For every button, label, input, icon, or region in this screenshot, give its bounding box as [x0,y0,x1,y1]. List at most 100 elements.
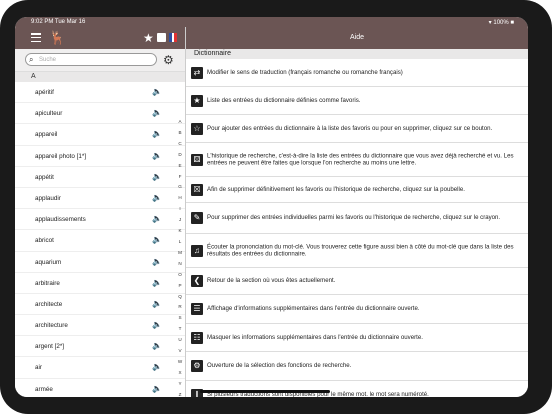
favorites-icon[interactable]: ★ [143,31,154,45]
speaker-icon[interactable]: 🔈 [152,193,162,202]
star-filled-icon: ★ [191,94,203,107]
list-item[interactable]: abricot 🔈 [15,230,185,252]
list-item[interactable]: apéritif 🔈 [15,82,185,104]
screen: 9:02 PM Tue Mar 16 ▾ 100% ■ 🦌 ★ ⌕ Suche … [15,17,528,397]
index-letter[interactable]: O [175,270,185,281]
sidebar: 🦌 ★ ⌕ Suche ⚙ A apéritif 🔈 apiculteur 🔈 appa… [15,27,186,397]
index-letter[interactable]: Y [175,379,185,390]
help-text: Afin de supprimer définitivement les fav… [207,185,465,193]
speaker-icon[interactable]: 🔈 [152,214,162,223]
list-item[interactable]: appareil 🔈 [15,124,185,146]
home-indicator[interactable] [200,390,330,393]
index-letter[interactable]: B [175,128,185,139]
list-item[interactable]: arbitraire 🔈 [15,273,185,294]
speaker-icon[interactable]: 🔈 [152,362,162,371]
list-item[interactable]: applaudir 🔈 [15,188,185,210]
list-item[interactable]: appétit 🔈 [15,167,185,188]
language-flag-icon[interactable] [169,33,178,42]
index-letter[interactable]: M [175,248,185,259]
help-row: ✎ Pour supprimer des entrées individuelle… [186,203,528,234]
search-input[interactable]: ⌕ Suche [25,53,157,66]
speaker-icon[interactable]: 🔈 [152,299,162,308]
index-letter[interactable]: J [175,215,185,226]
star-outline-icon: ☆ [191,122,203,135]
page-title: Aide [186,27,528,49]
list-item[interactable]: architecture 🔈 [15,315,185,337]
history-icon[interactable] [157,33,166,42]
search-row: ⌕ Suche ⚙ [15,49,185,72]
index-letter[interactable]: H [175,193,185,204]
index-letter[interactable]: F [175,172,185,183]
list-item[interactable]: applaudissements 🔈 [15,209,185,231]
help-text: Masquer les informations supplémentaires… [207,333,423,341]
speaker-icon[interactable]: 🔈 [152,151,162,160]
index-letter[interactable]: A [175,117,185,128]
speaker-icon[interactable]: 🔈 [152,278,162,287]
index-letter[interactable]: X [175,368,185,379]
speaker-icon[interactable]: 🔈 [152,235,162,244]
entry-list: apéritif 🔈 apiculteur 🔈 appareil 🔈 appareil ph… [15,82,185,397]
entry-word: apéritif [35,89,54,96]
entry-word: appareil [35,131,58,139]
index-letter[interactable]: U [175,335,185,346]
entry-word: air [35,364,42,372]
list-item[interactable]: apiculteur 🔈 [15,103,185,125]
index-letter[interactable]: C [175,139,185,150]
index-letter[interactable]: Q [175,292,185,303]
help-row: ❮ Retour de la section où vous êtes actue… [186,268,528,295]
help-text: Pour ajouter des entrées du dictionnaire… [207,124,493,132]
speaker-icon: ♫ [191,244,203,257]
back-icon: ❮ [191,275,203,287]
entry-word: abricot [35,237,54,245]
index-letter[interactable]: K [175,226,185,237]
index-letter[interactable]: R [175,302,185,313]
search-placeholder: Suche [39,57,57,63]
index-letter[interactable]: I [175,204,185,215]
index-letter[interactable]: T [175,324,185,335]
help-row: ❙ Si plusieurs traductions sont disponibl… [186,381,528,397]
index-letter[interactable]: Z [175,390,185,397]
speaker-icon[interactable]: 🔈 [152,87,162,96]
index-letter[interactable]: E [175,161,185,172]
speaker-icon[interactable]: 🔈 [152,341,162,350]
index-letter[interactable]: P [175,281,185,292]
entry-word: architecture [35,322,68,330]
help-row: ⚙ Ouverture de la sélection des fonctions… [186,352,528,381]
index-letter[interactable]: L [175,237,185,248]
help-row: ⚄ L'historique de recherche, c'est-à-dire… [186,143,528,177]
entry-word: arbitraire [35,279,60,287]
list-item[interactable]: architecte 🔈 [15,294,185,316]
pencil-icon: ✎ [191,212,203,224]
settings-gear-icon[interactable]: ⚙ [163,53,174,67]
speaker-icon[interactable]: 🔈 [152,172,162,181]
index-letter[interactable]: D [175,150,185,161]
entry-word: aquarium [35,258,62,266]
index-letter[interactable]: V [175,346,185,357]
speaker-icon[interactable]: 🔈 [152,129,162,138]
speaker-icon[interactable]: 🔈 [152,108,162,117]
menu-icon[interactable] [31,33,41,43]
alphabet-index[interactable]: ABCDEFGHIJKLMNOPQRSTUVWXYZ [175,117,185,397]
list-item[interactable]: argent [2*] 🔈 [15,336,185,358]
help-text: Pour supprimer des entrées individuelles… [207,214,501,222]
index-letter[interactable]: N [175,259,185,270]
speaker-icon[interactable]: 🔈 [152,257,162,266]
list-item[interactable]: air 🔈 [15,357,185,379]
speaker-icon[interactable]: 🔈 [152,384,162,393]
status-time: 9:02 PM Tue Mar 16 [31,19,86,25]
index-letter[interactable]: W [175,357,185,368]
speaker-icon[interactable]: 🔈 [152,320,162,329]
index-letter[interactable]: S [175,313,185,324]
help-text: Retour de la section où vous êtes actuel… [207,277,336,285]
entry-word: applaudissements [35,216,86,224]
list-item[interactable]: aquarium 🔈 [15,252,185,273]
list-item[interactable]: appareil photo [1*] 🔈 [15,146,185,167]
section-header: A [15,72,185,82]
help-row: ☆ Pour ajouter des entrées du dictionnair… [186,115,528,143]
help-row: ☒ Afin de supprimer définitivement les fa… [186,177,528,203]
help-text: Affichage d'informations supplémentaires… [207,305,420,313]
list-item[interactable]: armée 🔈 [15,379,185,397]
gear-icon: ⚙ [191,360,203,372]
entry-word: appétit [35,173,54,181]
index-letter[interactable]: G [175,182,185,193]
